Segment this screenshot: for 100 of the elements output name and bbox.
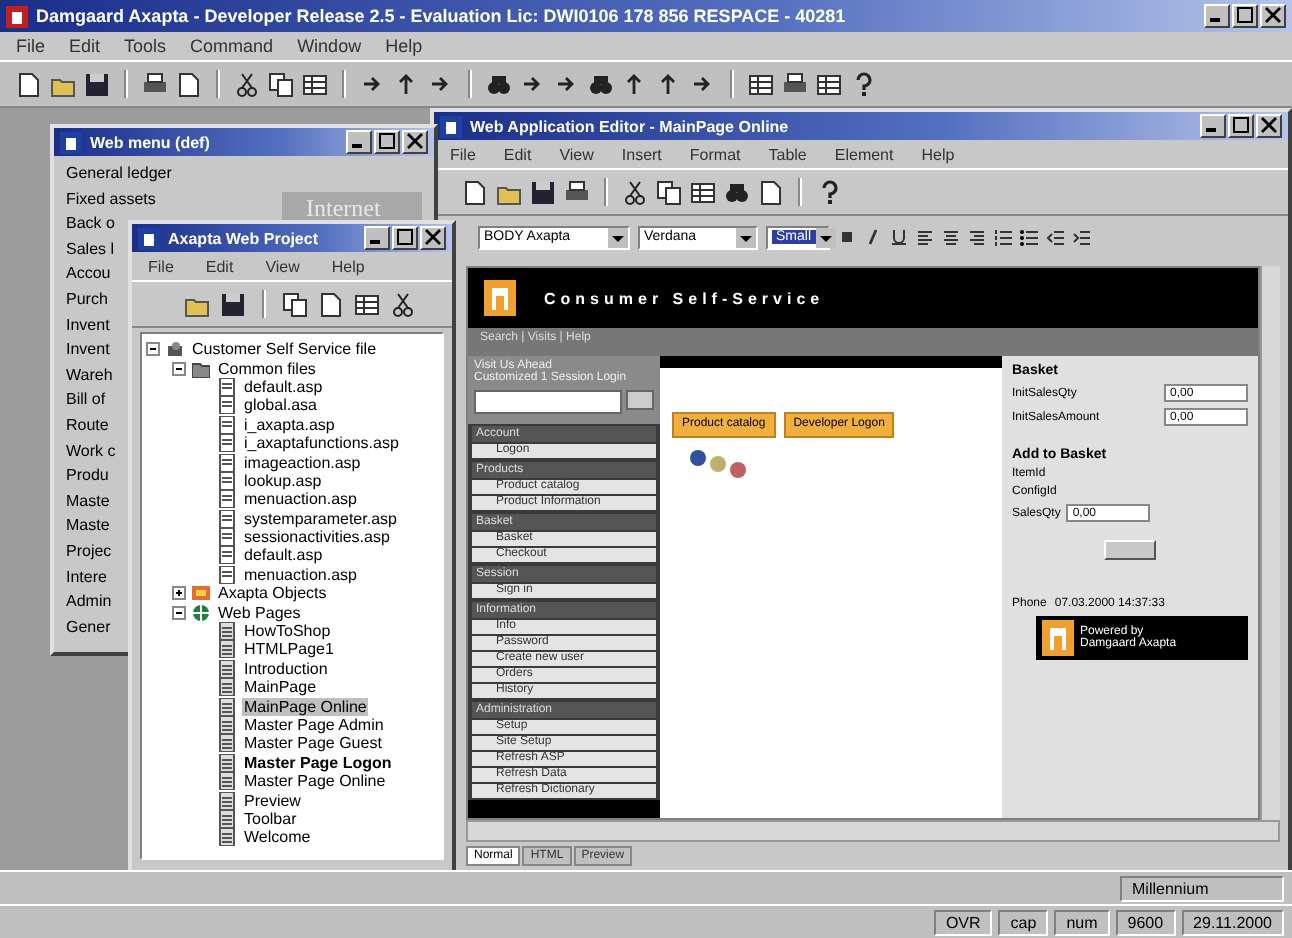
table-button[interactable]	[816, 71, 842, 97]
printer-button[interactable]	[564, 179, 590, 205]
tree-item[interactable]: Preview	[242, 791, 303, 810]
collapse-icon[interactable]	[172, 361, 186, 376]
close-button[interactable]	[420, 226, 446, 250]
align-center-button[interactable]	[942, 228, 960, 246]
menu-entry[interactable]: Produ	[66, 466, 109, 486]
bold-button[interactable]	[838, 228, 856, 246]
tree-item[interactable]: Master Page Logon	[242, 753, 394, 772]
close-button[interactable]	[402, 130, 428, 154]
tree-item[interactable]: default.asp	[242, 546, 325, 565]
minimize-button[interactable]	[364, 226, 390, 250]
menu-entry[interactable]: Purch	[66, 289, 108, 310]
help-button[interactable]	[850, 71, 876, 97]
document-button[interactable]	[16, 71, 42, 97]
menu-entry[interactable]: Work c	[66, 441, 116, 461]
collapse-icon[interactable]	[146, 342, 160, 357]
menu-entry[interactable]: Projec	[66, 541, 112, 561]
menu-item[interactable]: Command	[190, 36, 274, 56]
tree-item[interactable]: HTMLPage1	[242, 640, 336, 659]
search-field[interactable]	[474, 390, 622, 414]
numbered-list-button[interactable]	[994, 228, 1012, 246]
menu-item[interactable]: Help	[921, 145, 955, 163]
maximize-button[interactable]	[392, 226, 418, 250]
menu-item[interactable]: File	[16, 36, 46, 56]
menu-item[interactable]: Insert	[621, 145, 662, 163]
menu-item[interactable]: File	[450, 145, 476, 163]
tree-item[interactable]: default.asp	[242, 377, 325, 396]
document-button[interactable]	[318, 291, 344, 317]
expand-icon[interactable]	[172, 586, 186, 601]
menu-entry[interactable]: Maste	[66, 491, 110, 511]
tree-item[interactable]: i_axapta.asp	[242, 415, 337, 434]
binoculars-button[interactable]	[724, 179, 750, 205]
tree-item[interactable]: systemparameter.asp	[242, 509, 399, 528]
menu-entry[interactable]: Sales l	[66, 239, 115, 259]
menu-item[interactable]: Edit	[205, 257, 234, 275]
maximize-button[interactable]	[374, 130, 400, 154]
menu-item[interactable]: File	[148, 257, 174, 275]
menu-item[interactable]: Element	[834, 145, 894, 163]
printer-button[interactable]	[782, 71, 808, 97]
menu-item[interactable]: Help	[385, 36, 423, 56]
menu-item[interactable]: Edit	[69, 36, 101, 56]
table-button[interactable]	[302, 71, 328, 97]
menu-entry[interactable]: Admin	[66, 592, 112, 612]
binoculars-button[interactable]	[486, 71, 512, 97]
menu-item[interactable]: Format	[689, 145, 741, 163]
document-button[interactable]	[176, 71, 202, 97]
bullet-list-button[interactable]	[1020, 228, 1038, 246]
document-button[interactable]	[462, 179, 488, 205]
save-button[interactable]	[220, 291, 246, 317]
tree-item[interactable]: i_axaptafunctions.asp	[242, 434, 401, 453]
printer-button[interactable]	[142, 71, 168, 97]
italic-button[interactable]	[864, 228, 882, 246]
indent-button[interactable]	[1072, 228, 1090, 246]
menu-item[interactable]: View	[265, 257, 300, 275]
tree-item[interactable]: Master Page Online	[242, 772, 388, 791]
maximize-button[interactable]	[1228, 114, 1254, 138]
collapse-icon[interactable]	[172, 605, 186, 620]
tree-item[interactable]: menuaction.asp	[242, 565, 359, 584]
menu-entry[interactable]: Invent	[66, 315, 110, 335]
minimize-button[interactable]	[346, 130, 372, 154]
binoculars-button[interactable]	[588, 71, 614, 97]
table-button[interactable]	[690, 179, 716, 205]
align-left-button[interactable]	[916, 228, 934, 246]
menu-entry[interactable]: Fixed assets	[66, 189, 156, 209]
submit-button[interactable]	[1104, 540, 1156, 560]
tree-item[interactable]: Customer Self Service file	[190, 340, 379, 359]
menu-entry[interactable]: Invent	[66, 340, 110, 360]
tree-item[interactable]: Master Page Admin	[242, 716, 386, 734]
menu-entry[interactable]: General ledger	[66, 164, 172, 184]
menu-item[interactable]: Help	[331, 257, 365, 275]
menu-item[interactable]: Window	[297, 36, 362, 56]
menu-entry[interactable]: Maste	[66, 516, 110, 536]
menu-entry[interactable]: Intere	[66, 567, 107, 587]
tree-item[interactable]: imageaction.asp	[242, 453, 363, 472]
tree-item[interactable]: Introduction	[242, 659, 330, 678]
underline-button[interactable]	[890, 228, 908, 246]
tree-item[interactable]: MainPage Online	[242, 697, 369, 716]
menu-entry[interactable]: Accou	[66, 264, 111, 284]
tree-item[interactable]: menuaction.asp	[242, 490, 359, 509]
outdent-button[interactable]	[1046, 228, 1064, 246]
menu-item[interactable]: View	[559, 145, 594, 163]
search-button[interactable]	[626, 390, 654, 410]
tree-item[interactable]: HowToShop	[242, 622, 333, 641]
menu-entry[interactable]: Gener	[66, 617, 111, 637]
help-button[interactable]	[816, 179, 842, 205]
menu-entry[interactable]: Route	[66, 415, 109, 436]
vertical-scrollbar[interactable]	[1260, 266, 1280, 820]
tree-item[interactable]: Common files	[216, 359, 318, 378]
menu-entry[interactable]: Bill of	[66, 390, 106, 410]
tree-item[interactable]: Axapta Objects	[216, 584, 329, 603]
scissors-button[interactable]	[622, 179, 648, 205]
tree-item[interactable]: Master Page Guest	[242, 734, 384, 753]
tree-item[interactable]: lookup.asp	[242, 471, 324, 490]
document-button[interactable]	[758, 179, 784, 205]
copy-button[interactable]	[282, 291, 308, 317]
table-button[interactable]	[354, 291, 380, 317]
tree-item[interactable]: Toolbar	[242, 809, 299, 828]
menu-entry[interactable]: Wareh	[66, 365, 113, 385]
save-button[interactable]	[530, 179, 556, 205]
